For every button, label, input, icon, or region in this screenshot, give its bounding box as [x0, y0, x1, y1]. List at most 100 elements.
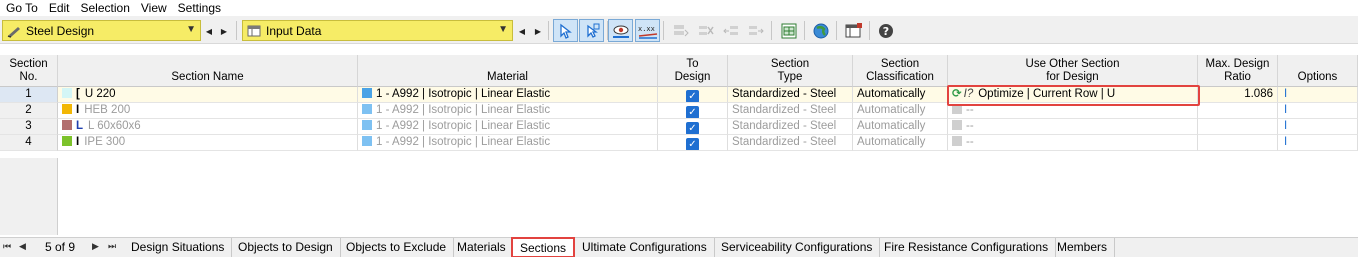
section-name-cell[interactable]: LL 60x60x6: [58, 119, 358, 135]
header-section-type[interactable]: Section Type: [728, 55, 853, 87]
tab-objects-to-exclude[interactable]: Objects to Exclude: [339, 238, 455, 257]
header-other-section[interactable]: Use Other Section for Design: [948, 55, 1198, 87]
options-cell[interactable]: I: [1278, 87, 1358, 103]
section-options-icon: I: [1284, 104, 1288, 116]
data-combo[interactable]: Input Data ▼: [242, 20, 513, 41]
globe-icon: [813, 23, 828, 38]
tab-ultimate-configurations[interactable]: Ultimate Configurations: [575, 238, 715, 257]
next-table-icon[interactable]: ▶: [532, 22, 544, 40]
section-type-cell[interactable]: Standardized - Steel: [728, 135, 853, 151]
tab-fire-resistance-configurations[interactable]: Fire Resistance Configurations: [877, 238, 1057, 257]
i-beam-icon: I: [76, 104, 80, 116]
max-ratio-cell[interactable]: [1198, 135, 1278, 151]
classification-cell[interactable]: Automatically: [853, 103, 948, 119]
section-options-icon: I: [1284, 136, 1288, 148]
tab-bar: ⏮ ◀ 5 of 9 ▶ ⏭ Design Situations Objects…: [0, 237, 1358, 257]
menu-goto[interactable]: Go To: [0, 1, 43, 15]
max-ratio-cell[interactable]: 1.086: [1198, 87, 1278, 103]
material-swatch: [362, 136, 372, 146]
color-swatch: [62, 104, 72, 114]
to-design-checkbox[interactable]: ✓: [658, 87, 728, 103]
color-swatch: [62, 88, 72, 98]
insert-row-button[interactable]: [667, 19, 692, 42]
header-section-no[interactable]: Section No.: [0, 55, 58, 87]
toolbar-separator: [804, 21, 805, 40]
to-design-checkbox[interactable]: ✓: [658, 119, 728, 135]
tab-materials[interactable]: Materials: [450, 238, 514, 257]
section-name-cell[interactable]: I HEB 200: [58, 103, 358, 119]
material-cell[interactable]: 1 - A992 | Isotropic | Linear Elastic: [358, 103, 658, 119]
module-combo[interactable]: Steel Design ▼: [2, 20, 201, 41]
row-number[interactable]: 3: [0, 119, 58, 135]
max-ratio-cell[interactable]: [1198, 119, 1278, 135]
options-cell[interactable]: I: [1278, 119, 1358, 135]
to-design-checkbox[interactable]: ✓: [658, 135, 728, 151]
prev-module-icon[interactable]: ◀: [203, 22, 215, 40]
tab-members[interactable]: Members: [1050, 238, 1116, 257]
header-to-design[interactable]: To Design: [658, 55, 728, 87]
tab-objects-to-design[interactable]: Objects to Design: [231, 238, 341, 257]
section-type-cell[interactable]: Standardized - Steel: [728, 87, 853, 103]
other-section-cell[interactable]: --: [948, 119, 1198, 135]
other-section-cell[interactable]: --: [948, 135, 1198, 151]
classification-cell[interactable]: Automatically: [853, 135, 948, 151]
color-swatch: [62, 136, 72, 146]
section-type-cell[interactable]: Standardized - Steel: [728, 119, 853, 135]
material-cell[interactable]: 1 - A992 | Isotropic | Linear Elastic: [358, 119, 658, 135]
tab-sections[interactable]: Sections: [511, 237, 576, 257]
checkmark-icon: ✓: [686, 90, 699, 102]
help-icon: ?: [878, 23, 893, 38]
header-section-name[interactable]: Section Name: [58, 55, 358, 87]
show-values-button[interactable]: x.xx: [635, 19, 660, 42]
section-type-cell[interactable]: Standardized - Steel: [728, 103, 853, 119]
section-name-cell[interactable]: [U 220: [58, 87, 358, 103]
move-row-up-button[interactable]: [718, 19, 743, 42]
pick-objects-button[interactable]: [579, 19, 604, 42]
header-material[interactable]: Material: [358, 55, 658, 87]
classification-cell[interactable]: Automatically: [853, 119, 948, 135]
tab-serviceability-configurations[interactable]: Serviceability Configurations: [714, 238, 881, 257]
section-options-icon: I: [1284, 88, 1288, 100]
web-service-button[interactable]: [808, 19, 833, 42]
last-page-icon[interactable]: ⏭: [108, 241, 116, 252]
tab-design-situations[interactable]: Design Situations: [124, 238, 233, 257]
material-swatch: [362, 88, 372, 98]
header-max-ratio[interactable]: Max. Design Ratio: [1198, 55, 1278, 87]
first-page-icon[interactable]: ⏮: [3, 241, 11, 252]
help-button[interactable]: ?: [873, 19, 898, 42]
insert-row-icon: [673, 24, 689, 36]
classification-cell[interactable]: Automatically: [853, 87, 948, 103]
row-number[interactable]: 2: [0, 103, 58, 119]
numbers-icon: x.xx: [638, 25, 657, 39]
menu-view[interactable]: View: [135, 1, 172, 15]
header-options[interactable]: Options: [1278, 55, 1358, 87]
max-ratio-cell[interactable]: [1198, 103, 1278, 119]
section-name-cell[interactable]: I IPE 300: [58, 135, 358, 151]
toolbar-separator: [869, 21, 870, 40]
row-number[interactable]: 4: [0, 135, 58, 151]
options-cell[interactable]: I: [1278, 135, 1358, 151]
export-table-button[interactable]: [776, 19, 801, 42]
menu-selection[interactable]: Selection: [75, 1, 135, 15]
material-cell[interactable]: 1 - A992 | Isotropic | Linear Elastic: [358, 135, 658, 151]
header-classification[interactable]: Section Classification: [853, 55, 948, 87]
material-cell[interactable]: 1 - A992 | Isotropic | Linear Elastic: [358, 87, 658, 103]
delete-row-button[interactable]: [693, 19, 718, 42]
move-row-down-button[interactable]: [743, 19, 768, 42]
table-settings-button[interactable]: [841, 19, 866, 42]
row-number[interactable]: 1: [0, 87, 58, 103]
menu-settings[interactable]: Settings: [172, 1, 226, 15]
next-module-icon[interactable]: ▶: [218, 22, 230, 40]
options-cell[interactable]: I: [1278, 103, 1358, 119]
menu-edit[interactable]: Edit: [43, 1, 75, 15]
i-beam-icon: I: [76, 136, 80, 148]
select-in-graphics-button[interactable]: [553, 19, 578, 42]
eye-icon: [612, 25, 629, 38]
to-design-checkbox[interactable]: ✓: [658, 103, 728, 119]
view-mode-button[interactable]: [608, 19, 633, 42]
prev-table-icon[interactable]: ◀: [516, 22, 528, 40]
prev-page-icon[interactable]: ◀: [19, 241, 26, 252]
row-header-filler: [0, 158, 58, 235]
svg-text:?: ?: [882, 25, 888, 38]
next-page-icon[interactable]: ▶: [92, 241, 99, 252]
